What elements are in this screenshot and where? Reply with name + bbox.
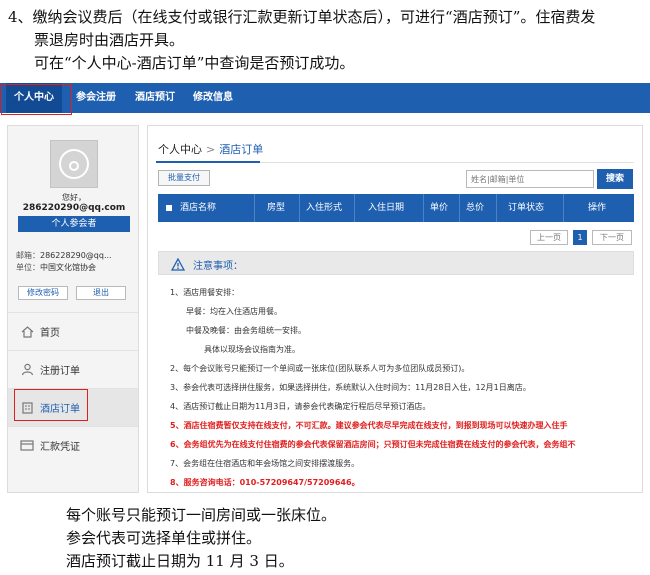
- card-icon: [20, 439, 34, 453]
- notice-title: 注意事项：: [193, 261, 243, 272]
- doc-line: 可在“个人中心-酒店订单”中查询是否预订成功。: [34, 54, 355, 72]
- greeting: 您好，: [62, 193, 86, 202]
- page-1-button[interactable]: 1: [573, 230, 587, 245]
- notice-header: 注意事项：: [158, 251, 634, 275]
- doc-line: 参会代表可选择单住或拼住。: [66, 529, 262, 547]
- note-line: 1、酒店用餐安排：: [170, 288, 240, 297]
- breadcrumb-root[interactable]: 个人中心: [158, 143, 202, 156]
- nav-registration[interactable]: 参会注册: [76, 83, 116, 113]
- col-checkin-date: 入住日期: [368, 203, 405, 213]
- note-line: 早餐：均在入住酒店用餐。: [186, 307, 282, 316]
- note-line: 中餐及晚餐：由会务组统一安排。: [186, 326, 306, 335]
- note-line: 7、会务组在住宿酒店和年会场馆之间安排摆渡服务。: [170, 459, 360, 468]
- col-unit-price: 单价: [430, 203, 449, 213]
- unit-info: 单位：中国文化馆协会: [16, 263, 96, 272]
- next-page-button[interactable]: 下一页: [592, 230, 632, 245]
- sidebar: 您好， 286220290@qq.com 个人参会者 邮箱：286228290@…: [7, 125, 139, 493]
- note-line-warning: 5、酒店住宿费暂仅支持在线支付，不可汇款。建议参会代表尽早完成在线支付，到报到现…: [170, 421, 568, 430]
- search-button[interactable]: 搜索: [597, 169, 633, 189]
- nav-edit-info[interactable]: 修改信息: [193, 83, 233, 113]
- sidebar-item-remittance[interactable]: 汇款凭证: [8, 426, 138, 464]
- col-hotel-name: 酒店名称: [180, 203, 217, 213]
- user-email: 286220290@qq.com: [22, 203, 126, 213]
- warning-icon: [170, 256, 186, 275]
- sidebar-item-label: 注册订单: [40, 366, 80, 377]
- user-icon: [59, 149, 89, 179]
- batch-pay-button[interactable]: 批量支付: [158, 170, 210, 186]
- sidebar-item-registration-orders[interactable]: 注册订单: [8, 350, 138, 388]
- sidebar-item-label: 汇款凭证: [40, 442, 80, 453]
- avatar: [50, 140, 98, 188]
- sidebar-item-label: 首页: [40, 328, 60, 339]
- user-icon: [20, 363, 34, 377]
- home-icon: [20, 325, 34, 339]
- doc-line: 票退房时由酒店开具。: [34, 31, 185, 49]
- active-tab-underline: [156, 161, 260, 163]
- website-screenshot: 个人中心 参会注册 酒店预订 修改信息 您好， 286220290@qq.com…: [0, 83, 650, 493]
- doc-line: 每个账号只能预订一间房间或一张床位。: [66, 506, 337, 524]
- doc-line: 4、缴纳会议费后（在线支付或银行汇款更新订单状态后），可进行“酒店预订”。住宿费…: [8, 8, 596, 26]
- search-input[interactable]: [466, 170, 594, 188]
- main-content: 个人中心 >酒店订单 批量支付 搜索 酒店名称 房型 入住形式 入住日期 单价 总…: [147, 125, 643, 493]
- attendee-type-button[interactable]: 个人参会者: [18, 216, 130, 232]
- breadcrumb-current: 酒店订单: [219, 143, 264, 156]
- prev-page-button[interactable]: 上一页: [530, 230, 568, 245]
- highlight-box-nav: [1, 84, 72, 115]
- note-line-warning: 6、会务组优先为在线支付住宿费的参会代表保留酒店房间；只预订但未完成住宿费在线支…: [170, 440, 576, 449]
- col-order-status: 订单状态: [508, 203, 545, 213]
- breadcrumb-separator: >: [206, 143, 216, 156]
- doc-line: 酒店预订截止日期为 11 月 3 日。: [66, 552, 294, 570]
- highlight-box-hotel-orders: [14, 389, 88, 421]
- top-nav: 个人中心 参会注册 酒店预订 修改信息: [0, 83, 650, 113]
- note-line-contact: 8、服务咨询电话：010-57209647/57209646。: [170, 478, 360, 487]
- col-total-price: 总价: [466, 203, 485, 213]
- orders-table-header: 酒店名称 房型 入住形式 入住日期 单价 总价 订单状态 操作: [158, 194, 634, 222]
- note-line: 2、每个会议账号只能预订一个单间或一张床位(团队联系人可为多位团队成员预订)。: [170, 364, 470, 373]
- select-all-checkbox[interactable]: [166, 205, 172, 211]
- col-room-type: 房型: [267, 203, 286, 213]
- edit-password-button[interactable]: 修改密码: [18, 286, 68, 300]
- col-stay-type: 入住形式: [306, 203, 343, 213]
- mail-info: 邮箱：286228290@qq...: [16, 251, 112, 260]
- nav-hotel-booking[interactable]: 酒店预订: [135, 83, 175, 113]
- note-line: 3、参会代表可选择拼住服务，如果选择拼住，系统默认入住时间为：11月28日入住，…: [170, 383, 531, 392]
- col-actions: 操作: [588, 203, 607, 213]
- breadcrumb: 个人中心 > 酒店订单: [158, 141, 263, 157]
- sidebar-item-home[interactable]: 首页: [8, 312, 138, 350]
- note-line: 具体以现场会议指南为准。: [204, 345, 300, 354]
- note-line: 4、酒店预订截止日期为11月3日，请参会代表确定行程后尽早预订酒店。: [170, 402, 431, 411]
- logout-button[interactable]: 退出: [76, 286, 126, 300]
